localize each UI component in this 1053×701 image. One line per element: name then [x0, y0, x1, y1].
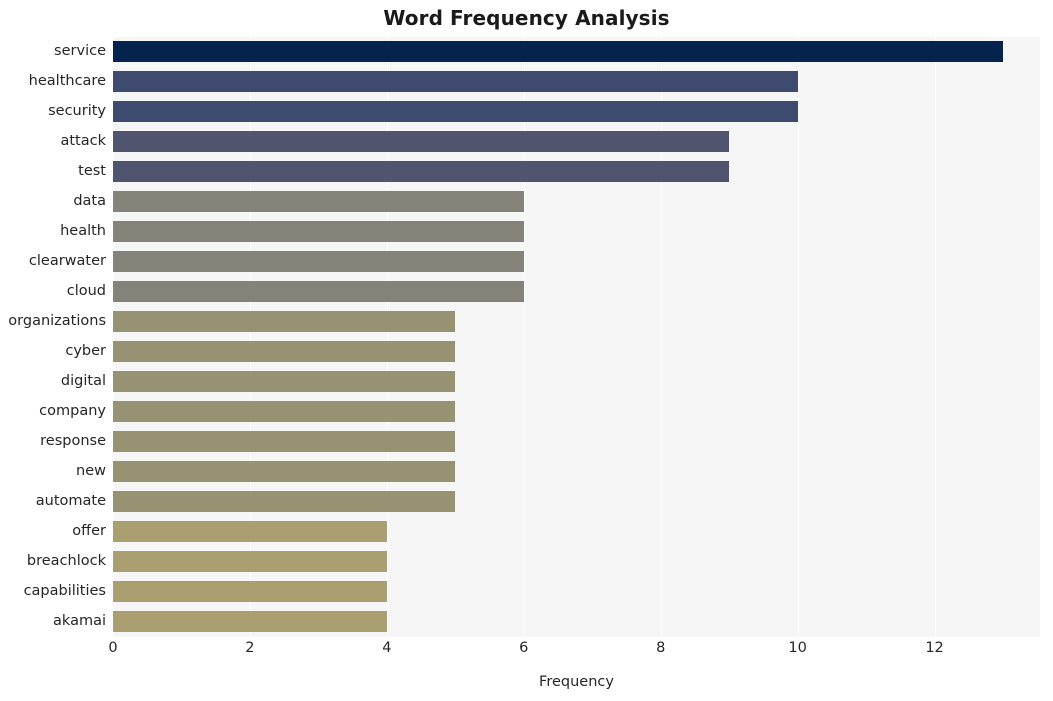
bar[interactable]: [113, 610, 387, 632]
x-axis-tick-label: 8: [656, 640, 666, 656]
bar-row: [113, 127, 1040, 156]
bar[interactable]: [113, 280, 524, 302]
bar[interactable]: [113, 550, 387, 572]
y-axis-tick-label: cyber: [65, 342, 106, 359]
bar-row: [113, 217, 1040, 246]
bar-row: [113, 307, 1040, 336]
y-axis-tick-label: automate: [35, 492, 106, 509]
y-axis-tick-label: offer: [72, 522, 106, 539]
x-axis-tick-label: 10: [788, 640, 807, 656]
bar-row: [113, 187, 1040, 216]
bar-row: [113, 337, 1040, 366]
x-axis-title: Frequency: [539, 674, 614, 690]
y-axis-tick-label: digital: [60, 372, 106, 389]
y-axis-tick-label: health: [60, 222, 106, 239]
y-axis-tick-label: service: [54, 42, 106, 59]
x-axis-tick-label: 0: [108, 640, 118, 656]
bar[interactable]: [113, 580, 387, 602]
bar-row: [113, 487, 1040, 516]
bar[interactable]: [113, 310, 456, 332]
y-axis-tick-label: security: [48, 102, 106, 119]
y-axis-tick-label: data: [73, 192, 106, 209]
y-axis-tick-label: breachlock: [26, 552, 106, 569]
bar[interactable]: [113, 340, 456, 362]
bar[interactable]: [113, 490, 456, 512]
bar-row: [113, 247, 1040, 276]
bar[interactable]: [113, 40, 1004, 62]
bar[interactable]: [113, 220, 524, 242]
bar-row: [113, 277, 1040, 306]
y-axis-tick-label: company: [39, 402, 106, 419]
bar-row: [113, 457, 1040, 486]
word-frequency-bar-chart: Word Frequency Analysis service healthcar…: [0, 0, 1053, 701]
y-axis-tick-label: healthcare: [28, 72, 106, 89]
y-axis-tick-label: organizations: [8, 312, 106, 329]
bar-row: [113, 367, 1040, 396]
bar-row: [113, 577, 1040, 606]
x-axis-tick-label: 2: [245, 640, 255, 656]
bar[interactable]: [113, 430, 456, 452]
bar[interactable]: [113, 370, 456, 392]
bar[interactable]: [113, 100, 798, 122]
y-axis-tick-label: response: [40, 432, 106, 449]
y-axis-tick-label: attack: [60, 132, 106, 149]
x-axis-tick-label: 4: [382, 640, 392, 656]
bar-row: [113, 517, 1040, 546]
y-axis-tick-label: akamai: [53, 612, 106, 629]
x-axis-tick-label: 12: [925, 640, 944, 656]
bar[interactable]: [113, 70, 798, 92]
bar[interactable]: [113, 520, 387, 542]
bar-row: [113, 97, 1040, 126]
plot-area: [113, 37, 1040, 637]
y-axis-tick-label: new: [76, 462, 106, 479]
bar[interactable]: [113, 190, 524, 212]
bar[interactable]: [113, 250, 524, 272]
x-axis-tick-label: 6: [519, 640, 529, 656]
bar[interactable]: [113, 460, 456, 482]
bar-row: [113, 397, 1040, 426]
y-axis-tick-labels: service healthcare security attack test data h…: [0, 37, 106, 637]
bar[interactable]: [113, 130, 730, 152]
bar[interactable]: [113, 400, 456, 422]
chart-title: Word Frequency Analysis: [383, 6, 670, 30]
bar-row: [113, 37, 1040, 66]
bar-row: [113, 547, 1040, 576]
y-axis-tick-label: cloud: [66, 282, 106, 299]
y-axis-tick-label: capabilities: [23, 582, 106, 599]
bar-row: [113, 607, 1040, 636]
bar[interactable]: [113, 160, 730, 182]
y-axis-tick-label: clearwater: [28, 252, 106, 269]
bar-row: [113, 427, 1040, 456]
bar-row: [113, 67, 1040, 96]
x-axis-tick-labels: 0 2 4 6 8 10 12: [108, 640, 1040, 666]
bar-row: [113, 157, 1040, 186]
y-axis-tick-label: test: [78, 162, 106, 179]
